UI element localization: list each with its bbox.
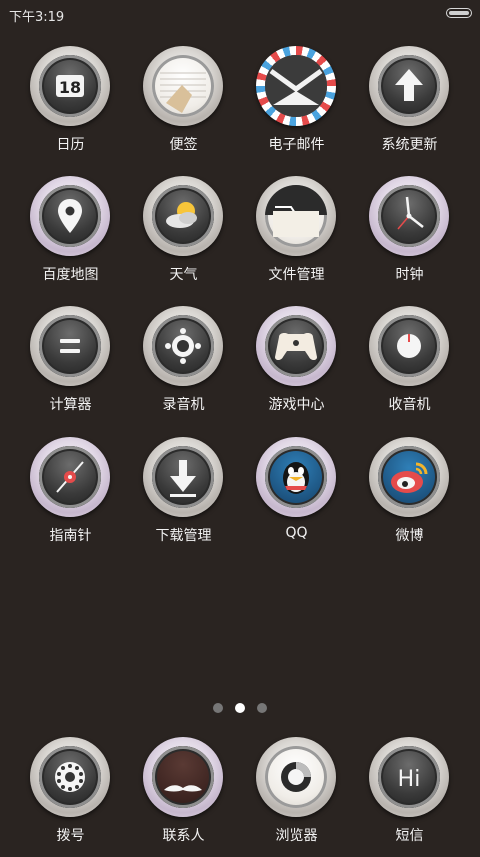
recorder-icon [152,315,214,377]
app-label: 联系人 [162,828,205,844]
dialer-icon [39,746,101,808]
page-dot[interactable] [213,702,223,713]
qq-penguin-icon [265,446,327,508]
app-weibo[interactable]: 微博 [353,437,466,557]
app-label: 短信 [395,828,424,844]
app-label: 百度地图 [42,267,99,283]
app-label: 日历 [56,137,85,153]
app-radio[interactable]: 收音机 [353,306,466,426]
app-label: 录音机 [162,397,205,413]
folder-icon [265,185,327,247]
app-compass[interactable]: 指南针 [14,437,127,557]
app-label: 电子邮件 [268,137,325,153]
app-system-update[interactable]: 系统更新 [353,46,466,166]
status-bar: 下午3:19 [0,0,480,28]
app-label: 游戏中心 [268,397,325,413]
weather-icon [152,185,214,247]
calculator-icon [39,315,101,377]
app-label: QQ [285,525,308,541]
app-label: 浏览器 [275,828,318,844]
calendar-icon: 18 [39,55,101,117]
app-game-center[interactable]: 游戏中心 [240,306,353,426]
app-weather[interactable]: 天气 [127,176,240,296]
app-label: 计算器 [49,397,92,413]
status-time: 下午3:19 [9,10,65,25]
app-label: 收音机 [388,397,431,413]
update-arrow-icon [378,55,440,117]
app-label: 时钟 [395,267,424,283]
app-label: 拨号 [56,828,85,844]
app-baidu-map[interactable]: 百度地图 [14,176,127,296]
app-calculator[interactable]: 计算器 [14,306,127,426]
app-download-manager[interactable]: 下载管理 [127,437,240,557]
app-email[interactable]: 电子邮件 [240,46,353,166]
page-indicator [0,697,480,713]
messages-icon: Hi [378,746,440,808]
page-dot-active[interactable] [235,702,245,713]
battery-icon [446,8,472,18]
app-label: 便签 [169,137,198,153]
svg-text:18: 18 [59,78,81,97]
browser-icon [265,746,327,808]
app-label: 指南针 [49,528,92,544]
page-dot[interactable] [257,702,267,713]
app-label: 文件管理 [268,267,325,283]
app-qq[interactable]: QQ [240,437,353,557]
svg-text:Hi: Hi [398,767,421,792]
app-label: 微博 [395,528,424,544]
app-label: 系统更新 [381,137,438,153]
app-notes[interactable]: 便签 [127,46,240,166]
map-pin-icon [39,185,101,247]
app-calendar[interactable]: 18 日历 [14,46,127,166]
dock-messages[interactable]: Hi 短信 [353,737,466,857]
contacts-icon [152,746,214,808]
email-icon [265,55,327,117]
radio-knob-icon [378,315,440,377]
weibo-icon [378,446,440,508]
gamepad-icon [265,315,327,377]
app-label: 下载管理 [155,528,212,544]
dock-contacts[interactable]: 联系人 [127,737,240,857]
app-recorder[interactable]: 录音机 [127,306,240,426]
notes-icon [152,55,214,117]
dock-browser[interactable]: 浏览器 [240,737,353,857]
app-clock[interactable]: 时钟 [353,176,466,296]
app-file-manager[interactable]: 文件管理 [240,176,353,296]
download-icon [152,446,214,508]
dock-dialer[interactable]: 拨号 [14,737,127,857]
compass-icon [39,446,101,508]
clock-icon [378,185,440,247]
app-label: 天气 [169,267,198,283]
